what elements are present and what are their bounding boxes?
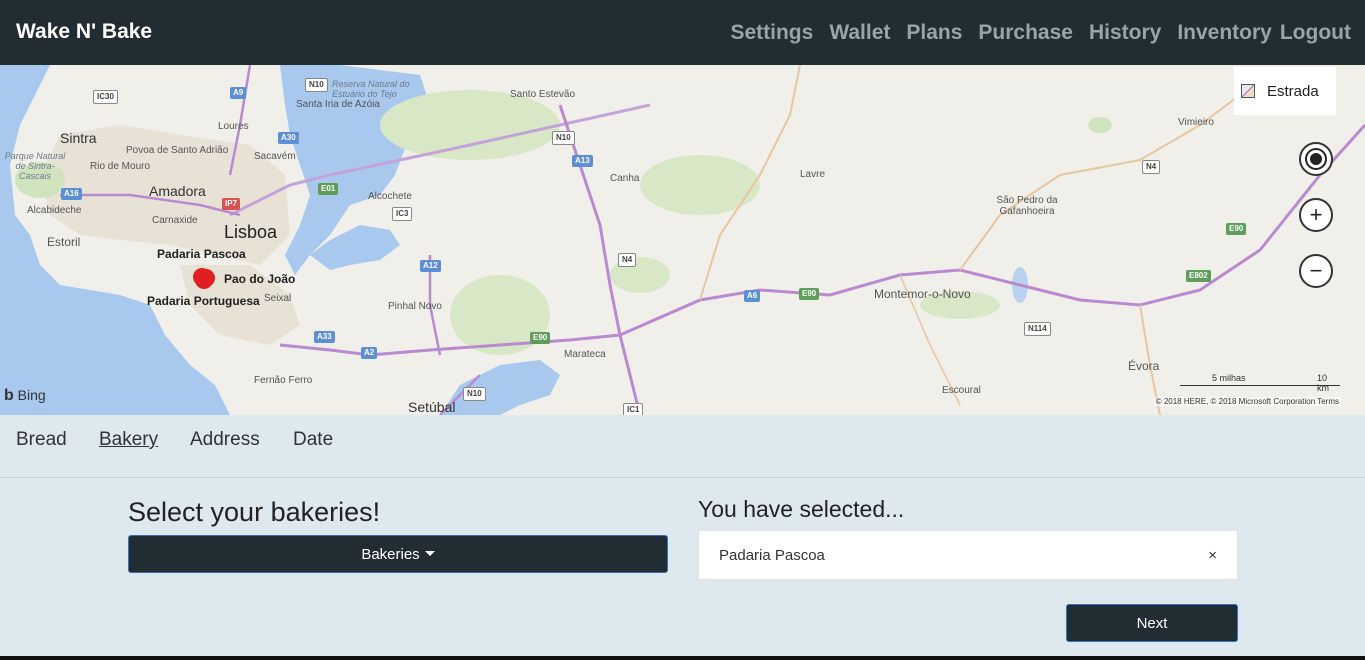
bakery-label-joao[interactable]: Pao do João: [224, 272, 295, 286]
bakeries-dropdown-button[interactable]: Bakeries: [128, 535, 668, 573]
road-e90-west: E90: [530, 332, 551, 344]
tab-bakery[interactable]: Bakery: [99, 429, 158, 451]
nav-logout[interactable]: Logout: [1280, 21, 1351, 45]
place-seixal: Seixal: [264, 293, 292, 304]
road-ic1: IC1: [623, 403, 644, 415]
bakery-map[interactable]: Sintra Parque Natural de Sintra-Cascais …: [0, 65, 1365, 415]
bottom-strip: [0, 656, 1365, 660]
app-brand[interactable]: Wake N' Bake: [16, 20, 152, 44]
scale-bar: [1180, 385, 1340, 386]
road-n4-west: N4: [618, 253, 637, 267]
place-fernao-ferro: Fernão Ferro: [254, 375, 313, 386]
road-a33: A33: [314, 331, 335, 343]
road-n114: N114: [1024, 322, 1051, 336]
place-lavre: Lavre: [800, 169, 826, 180]
tab-date[interactable]: Date: [293, 429, 333, 451]
nav-settings[interactable]: Settings: [730, 21, 813, 45]
bakery-label-pascoa[interactable]: Padaria Pascoa: [157, 247, 246, 261]
zoom-out-button[interactable]: −: [1299, 254, 1333, 288]
nav-purchase[interactable]: Purchase: [978, 21, 1073, 45]
nav-history[interactable]: History: [1089, 21, 1161, 45]
road-a30: A30: [278, 132, 299, 144]
place-rio-mouro: Rio de Mouro: [90, 161, 151, 172]
plus-icon: +: [1309, 202, 1323, 227]
road-e802: E802: [1186, 270, 1211, 282]
road-n4-east: N4: [1142, 160, 1161, 174]
place-santo-estevao: Santo Estevão: [510, 89, 576, 100]
place-pinhal-novo: Pinhal Novo: [388, 301, 442, 312]
select-bakeries-heading: Select your bakeries!: [128, 497, 381, 527]
order-steps-tabs: Bread Bakery Address Date: [0, 415, 1365, 478]
map-attribution[interactable]: © 2018 HERE, © 2018 Microsoft Corporatio…: [1153, 397, 1341, 406]
place-vimieiro: Vimieiro: [1178, 117, 1214, 128]
selected-heading: You have selected...: [698, 496, 905, 522]
selected-bakery-item: Padaria Pascoa ×: [698, 530, 1238, 580]
place-santa-iria: Santa Iria de Azóia: [296, 99, 380, 110]
tab-bread[interactable]: Bread: [16, 429, 67, 451]
next-button[interactable]: Next: [1066, 604, 1238, 642]
map-type-selector[interactable]: Estrada: [1234, 67, 1336, 115]
place-montemor: Montemor-o-Novo: [874, 287, 971, 301]
place-sintra: Sintra: [60, 130, 97, 146]
zoom-in-button[interactable]: +: [1299, 198, 1333, 232]
scale-km: 10 km: [1317, 373, 1329, 393]
bakery-marker-cluster[interactable]: [188, 265, 224, 291]
tab-address[interactable]: Address: [190, 429, 260, 451]
road-n10-north: N10: [305, 78, 328, 92]
place-alcabideche: Alcabideche: [27, 205, 82, 216]
selected-bakery-name: Padaria Pascoa: [719, 547, 825, 564]
bing-icon: b: [4, 387, 14, 404]
place-amadora: Amadora: [149, 183, 206, 199]
road-a2: A2: [361, 347, 378, 359]
nav-inventory[interactable]: Inventory: [1177, 21, 1272, 45]
place-sacavem: Sacavém: [254, 151, 296, 162]
road-n10-south: N10: [463, 387, 486, 401]
minus-icon: −: [1309, 258, 1323, 283]
bakeries-dropdown-label: Bakeries: [361, 545, 420, 563]
nav-plans[interactable]: Plans: [906, 21, 962, 45]
bakery-label-portuguesa[interactable]: Padaria Portuguesa: [147, 294, 260, 308]
place-carnaxide: Carnaxide: [152, 215, 198, 226]
road-a9: A9: [230, 87, 247, 99]
road-ic30: IC30: [93, 90, 118, 104]
nav-wallet[interactable]: Wallet: [829, 21, 890, 45]
map-scale: 5 milhas 10 km: [1180, 371, 1340, 393]
road-a13: A13: [572, 155, 593, 167]
locate-me-button[interactable]: [1299, 142, 1333, 176]
road-a12: A12: [420, 260, 441, 272]
road-e01: E01: [318, 183, 339, 195]
place-escoural: Escoural: [942, 385, 981, 396]
bing-logo: b Bing: [4, 387, 46, 405]
map-type-label: Estrada: [1267, 83, 1319, 100]
bing-label: Bing: [17, 387, 46, 403]
caret-down-icon: [424, 550, 435, 556]
place-povoa: Povoa de Santo Adrião: [126, 145, 229, 156]
place-alcochete: Alcochete: [368, 191, 412, 202]
road-map-icon: [1241, 84, 1255, 98]
place-lisboa: Lisboa: [224, 222, 278, 242]
place-canha: Canha: [610, 173, 640, 184]
place-estoril: Estoril: [47, 235, 81, 249]
locate-icon: [1310, 153, 1322, 165]
scale-miles: 5 milhas: [1212, 373, 1246, 383]
navbar: Wake N' Bake Settings Wallet Plans Purch…: [0, 0, 1365, 65]
map-base: [0, 65, 1365, 415]
place-parque: Parque Natural de Sintra-Cascais: [4, 151, 66, 181]
road-ip7: IP7: [222, 198, 241, 210]
place-setubal: Setúbal: [408, 399, 456, 415]
road-n10-mid: N10: [552, 131, 575, 145]
remove-bakery-button[interactable]: ×: [1208, 547, 1217, 564]
place-evora: Évora: [1128, 359, 1160, 373]
bakery-marker-portuguesa: [195, 271, 213, 289]
place-loures: Loures: [218, 121, 249, 132]
road-e90-east: E90: [1226, 223, 1247, 235]
place-sao-pedro: São Pedro da Gafanhoeira: [996, 195, 1058, 217]
place-reserva: Reserva Natural do Estuário do Tejo: [332, 79, 410, 99]
place-marateca: Marateca: [564, 349, 606, 360]
road-a6: A6: [744, 290, 761, 302]
road-e90-mid: E90: [799, 288, 820, 300]
nav-links: Settings Wallet Plans Purchase History I…: [714, 21, 1351, 45]
road-ic3: IC3: [392, 207, 413, 221]
road-a16: A16: [61, 188, 82, 200]
